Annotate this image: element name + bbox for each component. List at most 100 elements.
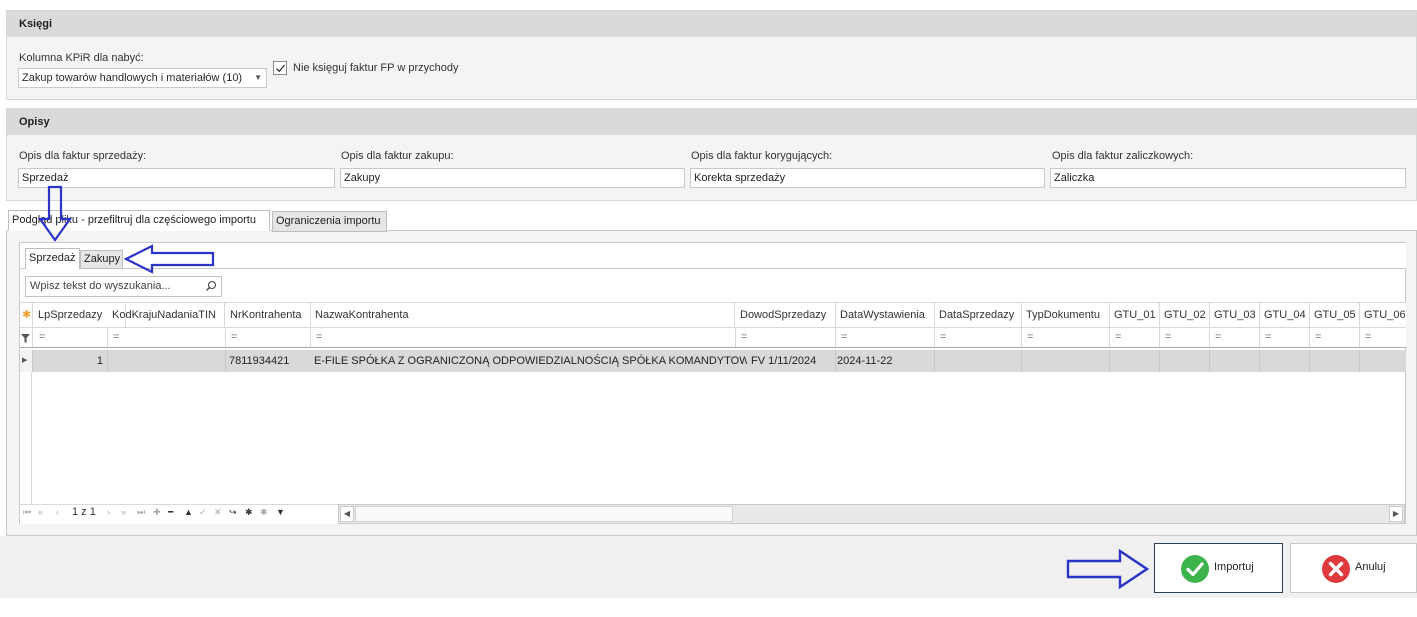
filter-cell[interactable]: = — [1021, 328, 1110, 347]
opis-zakupu-input[interactable]: Zakupy — [340, 168, 685, 188]
edit-icon[interactable]: ▲ — [184, 507, 193, 517]
cell-dowodsprzedazy[interactable]: FV 1/11/2024 — [747, 350, 836, 372]
search-placeholder: Wpisz tekst do wyszukania... — [30, 280, 171, 292]
page-indicator: 1 z 1 — [72, 506, 96, 518]
cell-gtu06[interactable] — [1359, 350, 1406, 372]
ksiegi-header: Księgi — [7, 11, 1416, 37]
bookmark-icon[interactable]: ✱ — [245, 507, 253, 518]
remove-icon[interactable]: ━ — [168, 507, 173, 518]
col-header-gtu01[interactable]: GTU_01 — [1109, 303, 1160, 328]
row-indicator[interactable]: ▶ — [20, 350, 33, 372]
opisy-header: Opisy — [7, 109, 1416, 135]
right-arrow-annotation-icon — [1066, 548, 1150, 590]
kpir-combo[interactable]: Zakup towarów handlowych i materiałów (1… — [18, 68, 267, 88]
filter-icon[interactable] — [20, 328, 33, 347]
filter-cell[interactable]: = — [835, 328, 935, 347]
opis-korygujacych-input[interactable]: Korekta sprzedaży — [690, 168, 1045, 188]
cell-nrkontrahenta[interactable]: 7811934421 — [225, 350, 311, 372]
next-page-group-icon[interactable]: » — [121, 507, 126, 517]
cell-gtu01[interactable] — [1109, 350, 1160, 372]
filter-icon[interactable]: ▼ — [276, 507, 285, 517]
horizontal-scrollbar[interactable]: ◀ ▶ — [338, 504, 1405, 524]
grid-header-row: ✱ LpSprzedazy KodKrajuNadaniaTIN NrKontr… — [20, 302, 1406, 328]
left-arrow-annotation-icon — [124, 244, 215, 274]
scrollbar-thumb[interactable] — [355, 506, 733, 522]
prev-page-group-icon[interactable]: « — [38, 507, 43, 517]
col-header-typdokumentu[interactable]: TypDokumentu — [1021, 303, 1110, 328]
cell-lpsprzedazy[interactable]: 1 — [33, 350, 108, 372]
filter-cell[interactable]: = — [1309, 328, 1360, 347]
new-row-indicator: ✱ — [20, 303, 33, 328]
kpir-combo-value: Zakup towarów handlowych i materiałów (1… — [22, 72, 243, 84]
col-header-gtu03[interactable]: GTU_03 — [1209, 303, 1260, 328]
col-header-kodkraju[interactable]: KodKrajuNadaniaTIN — [107, 303, 225, 328]
filter-cell[interactable]: = — [1209, 328, 1260, 347]
data-navigator: ⏮ « ‹ 1 z 1 › » ⏭ ✚ ━ ▲ ✓ ✕ ↪ ✱ ✱ ▼ — [20, 504, 338, 524]
filter-cell[interactable]: = — [1159, 328, 1210, 347]
cell-gtu02[interactable] — [1159, 350, 1210, 372]
col-header-gtu04[interactable]: GTU_04 — [1259, 303, 1310, 328]
cancel-button-label: Anuluj — [1355, 561, 1386, 573]
filter-cell[interactable]: = — [225, 328, 311, 347]
col-header-gtu06[interactable]: GTU_06 — [1359, 303, 1406, 328]
col-header-dowodsprzedazy[interactable]: DowodSprzedazy — [735, 303, 836, 328]
cell-kodkraju[interactable] — [107, 350, 226, 372]
scroll-left-icon[interactable]: ◀ — [340, 506, 354, 522]
cell-gtu03[interactable] — [1209, 350, 1260, 372]
opis-zakupu-label: Opis dla faktur zakupu: — [341, 150, 454, 162]
end-edit-icon[interactable]: ✓ — [199, 507, 207, 518]
grid-filter-row: = = = = = = = = = = = = = = — [20, 328, 1406, 348]
cell-datawystawienia[interactable]: 2024-11-22 — [835, 350, 935, 372]
col-header-nrkontrahenta[interactable]: NrKontrahenta — [225, 303, 311, 328]
add-icon[interactable]: ✚ — [153, 507, 161, 518]
cancel-button[interactable]: Anuluj — [1290, 543, 1417, 593]
col-header-gtu02[interactable]: GTU_02 — [1159, 303, 1210, 328]
filter-cell[interactable]: = — [33, 328, 108, 347]
opis-korygujacych-label: Opis dla faktur korygujących: — [691, 150, 833, 162]
filter-cell[interactable]: = — [107, 328, 226, 347]
import-button-label: Importuj — [1214, 561, 1254, 573]
filter-cell[interactable]: = — [1259, 328, 1310, 347]
kpir-label: Kolumna KPiR dla nabyć: — [19, 52, 144, 64]
filter-cell[interactable]: = — [1109, 328, 1160, 347]
cell-datasprzedazy[interactable] — [934, 350, 1022, 372]
close-circle-icon — [1322, 555, 1350, 583]
cell-typdokumentu[interactable] — [1021, 350, 1110, 372]
filter-cell[interactable]: = — [310, 328, 736, 347]
col-header-gtu05[interactable]: GTU_05 — [1309, 303, 1360, 328]
cell-gtu05[interactable] — [1309, 350, 1360, 372]
tab-import-limits[interactable]: Ograniczenia importu — [272, 211, 387, 232]
col-header-datasprzedazy[interactable]: DataSprzedazy — [934, 303, 1022, 328]
fp-checkbox-label[interactable]: Nie księguj faktur FP w przychody — [293, 62, 458, 74]
refresh-icon[interactable]: ↪ — [229, 507, 237, 518]
filter-cell[interactable]: = — [934, 328, 1022, 347]
last-page-icon[interactable]: ⏭ — [137, 507, 145, 518]
filter-cell[interactable]: = — [735, 328, 836, 347]
cell-gtu04[interactable] — [1259, 350, 1310, 372]
search-input[interactable]: Wpisz tekst do wyszukania... — [25, 276, 222, 297]
chevron-down-icon: ▼ — [254, 73, 262, 82]
col-header-datawystawienia[interactable]: DataWystawienia — [835, 303, 935, 328]
col-header-nazwakontrahenta[interactable]: NazwaKontrahenta — [310, 303, 735, 328]
first-page-icon[interactable]: ⏮ — [23, 507, 31, 518]
goto-bookmark-icon[interactable]: ✱ — [260, 507, 268, 518]
cancel-edit-icon[interactable]: ✕ — [214, 507, 222, 518]
down-arrow-annotation-icon — [37, 185, 73, 242]
subtab-strip — [20, 243, 1406, 269]
next-page-icon[interactable]: › — [107, 507, 110, 517]
subtab-sprzedaz[interactable]: Sprzedaż — [25, 248, 80, 270]
filter-cell[interactable]: = — [1359, 328, 1406, 347]
opis-zaliczkowych-input[interactable]: Zaliczka — [1050, 168, 1406, 188]
table-row[interactable]: ▶ 1 7811934421 E-FILE SPÓŁKA Z OGRANICZO… — [20, 350, 1406, 372]
row-indicator-column — [20, 372, 32, 504]
import-button[interactable]: Importuj — [1154, 543, 1283, 593]
scroll-right-icon[interactable]: ▶ — [1389, 506, 1403, 522]
subtab-zakupy[interactable]: Zakupy — [80, 250, 123, 269]
prev-page-icon[interactable]: ‹ — [56, 507, 59, 517]
check-circle-icon — [1181, 555, 1209, 583]
opis-sprzedazy-label: Opis dla faktur sprzedaży: — [19, 150, 147, 162]
opis-zaliczkowych-label: Opis dla faktur zaliczkowych: — [1052, 150, 1194, 162]
fp-checkbox[interactable] — [273, 61, 287, 75]
cell-nazwakontrahenta[interactable]: E-FILE SPÓŁKA Z OGRANICZONĄ ODPOWIEDZIAL… — [310, 350, 750, 372]
search-icon[interactable] — [205, 280, 217, 292]
